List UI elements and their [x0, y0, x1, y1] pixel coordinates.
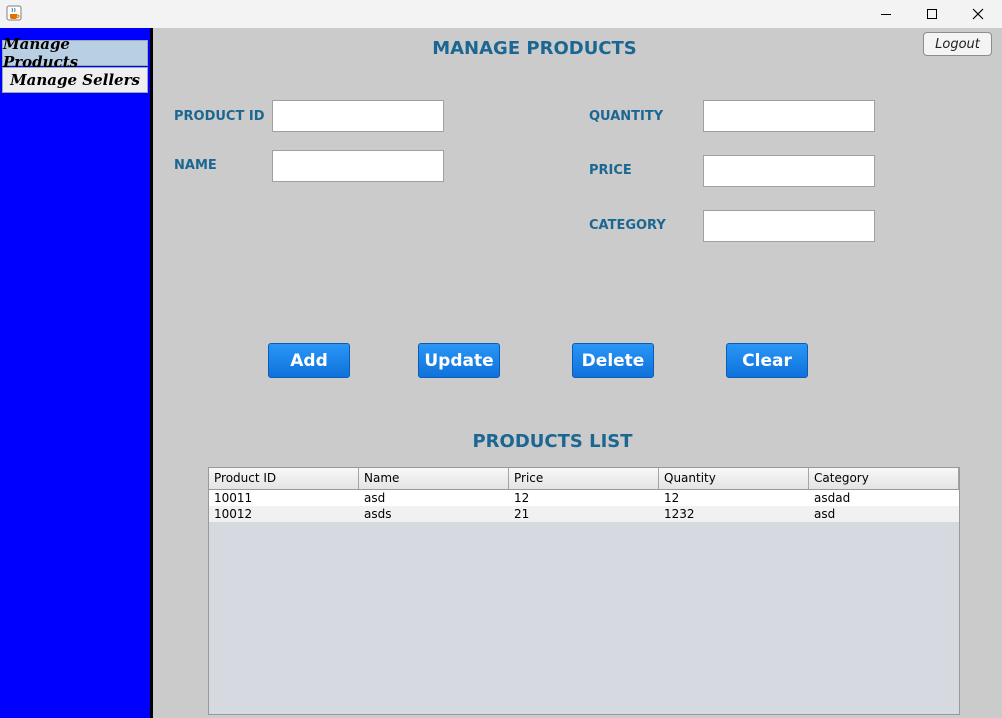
table-cell: asds: [364, 507, 392, 521]
table-cell: asdad: [814, 491, 851, 505]
table-header: Product ID Name Price Quantity Category: [209, 468, 959, 490]
minimize-icon: [881, 14, 891, 15]
product-id-field[interactable]: [272, 100, 444, 132]
category-field[interactable]: [703, 210, 875, 242]
table-cell: 1232: [664, 507, 695, 521]
table-cell: 10011: [214, 491, 253, 505]
price-label: PRICE: [589, 163, 632, 178]
table-cell: 12: [514, 491, 530, 505]
column-header-category[interactable]: Category: [809, 468, 959, 489]
add-button[interactable]: Add: [268, 343, 350, 378]
column-header-name[interactable]: Name: [359, 468, 509, 489]
update-button[interactable]: Update: [418, 343, 500, 378]
table-cell: 10012: [214, 507, 253, 521]
delete-button[interactable]: Delete: [572, 343, 654, 378]
maximize-button[interactable]: [909, 0, 955, 28]
minimize-button[interactable]: [863, 0, 909, 28]
name-field[interactable]: [272, 150, 444, 182]
sidebar-item-manage-products[interactable]: Manage Products: [2, 35, 148, 71]
maximize-icon: [927, 9, 937, 19]
quantity-field[interactable]: [703, 100, 875, 132]
logout-button[interactable]: Logout: [923, 32, 992, 56]
products-list-title: PRODUCTS LIST: [472, 431, 633, 452]
product-id-label: PRODUCT ID: [174, 109, 265, 124]
sidebar-item-manage-sellers[interactable]: Manage Sellers: [2, 67, 148, 93]
table-cell: asd: [814, 507, 836, 521]
column-header-quantity[interactable]: Quantity: [659, 468, 809, 489]
column-header-product-id[interactable]: Product ID: [209, 468, 359, 489]
page-title: MANAGE PRODUCTS: [432, 38, 637, 59]
sidebar: [0, 28, 150, 718]
name-label: NAME: [174, 158, 217, 173]
column-header-price[interactable]: Price: [509, 468, 659, 489]
table-row[interactable]: 10012 asds 21 1232 asd: [209, 506, 959, 522]
table-cell: 21: [514, 507, 530, 521]
quantity-label: QUANTITY: [589, 109, 664, 124]
table-cell: asd: [364, 491, 386, 505]
price-field[interactable]: [703, 155, 875, 187]
main-panel: MANAGE PRODUCTS Logout PRODUCT ID NAME Q…: [153, 28, 1002, 718]
category-label: CATEGORY: [589, 218, 666, 233]
close-button[interactable]: [955, 0, 1001, 28]
table-cell: 12: [664, 491, 680, 505]
clear-button[interactable]: Clear: [726, 343, 808, 378]
close-icon: [972, 8, 984, 20]
table-row[interactable]: 10011 asd 12 12 asdad: [209, 490, 959, 506]
window-titlebar: [0, 0, 1002, 28]
java-cup-icon: [6, 5, 22, 21]
products-table[interactable]: Product ID Name Price Quantity Category …: [208, 467, 960, 715]
